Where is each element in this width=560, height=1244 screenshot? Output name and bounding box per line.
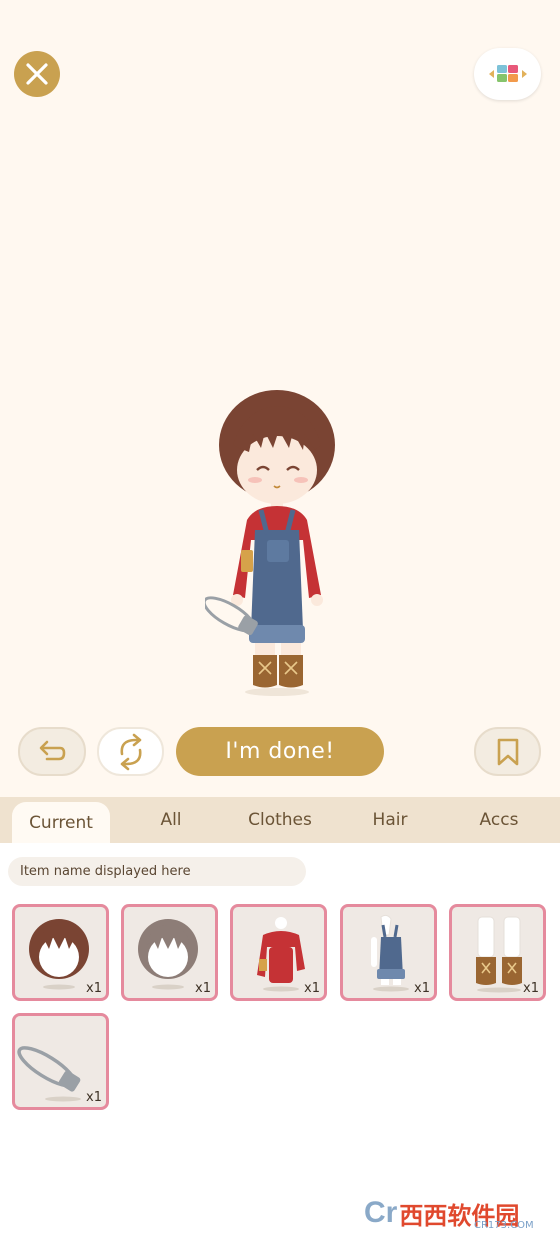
tab-label: Accs <box>479 810 519 830</box>
item-name-text: Item name displayed here <box>20 864 191 879</box>
palette-icon <box>488 65 527 82</box>
tab-label: Clothes <box>248 810 312 830</box>
close-button[interactable] <box>14 51 60 97</box>
item-quantity: x1 <box>523 981 539 996</box>
bookmark-icon <box>497 738 518 765</box>
avatar-character <box>205 390 335 696</box>
close-icon <box>26 63 48 85</box>
tab-hair[interactable]: Hair <box>350 797 430 843</box>
watermark: Cr 西西软件园 CR173.COM <box>364 1190 544 1236</box>
inventory-item-gray-bob-hair[interactable]: x1 <box>121 904 218 1001</box>
item-quantity: x1 <box>304 981 320 996</box>
refresh-icon <box>119 733 142 770</box>
tab-label: All <box>160 810 182 830</box>
item-quantity: x1 <box>414 981 430 996</box>
category-tabs: Current All Clothes Hair Accs <box>0 797 560 843</box>
inventory-item-safety-pin[interactable]: x1 <box>12 1013 109 1110</box>
item-quantity: x1 <box>195 981 211 996</box>
done-button-label: I'm done! <box>225 739 335 764</box>
inventory-item-red-sweater[interactable]: x1 <box>230 904 327 1001</box>
color-palette-button[interactable] <box>474 48 541 100</box>
item-name-display: Item name displayed here <box>8 857 306 886</box>
done-button[interactable]: I'm done! <box>176 727 384 776</box>
undo-button[interactable] <box>18 727 86 776</box>
tab-current[interactable]: Current <box>12 802 110 843</box>
undo-icon <box>39 740 66 760</box>
character-stage: I'm done! <box>0 0 560 797</box>
inventory-item-brown-bob-hair[interactable]: x1 <box>12 904 109 1001</box>
tab-label: Hair <box>372 810 408 830</box>
tab-clothes[interactable]: Clothes <box>232 797 328 843</box>
tab-label: Current <box>29 812 93 833</box>
tab-all[interactable]: All <box>130 797 212 843</box>
inventory-item-brown-lace-boots[interactable]: x1 <box>449 904 546 1001</box>
randomize-button[interactable] <box>97 727 164 776</box>
watermark-logo: Cr <box>364 1196 398 1229</box>
item-quantity: x1 <box>86 981 102 996</box>
bookmark-button[interactable] <box>474 727 541 776</box>
tab-accs[interactable]: Accs <box>458 797 540 843</box>
inventory-item-denim-overalls[interactable]: x1 <box>340 904 437 1001</box>
item-quantity: x1 <box>86 1090 102 1105</box>
watermark-sub: CR173.COM <box>474 1220 534 1231</box>
